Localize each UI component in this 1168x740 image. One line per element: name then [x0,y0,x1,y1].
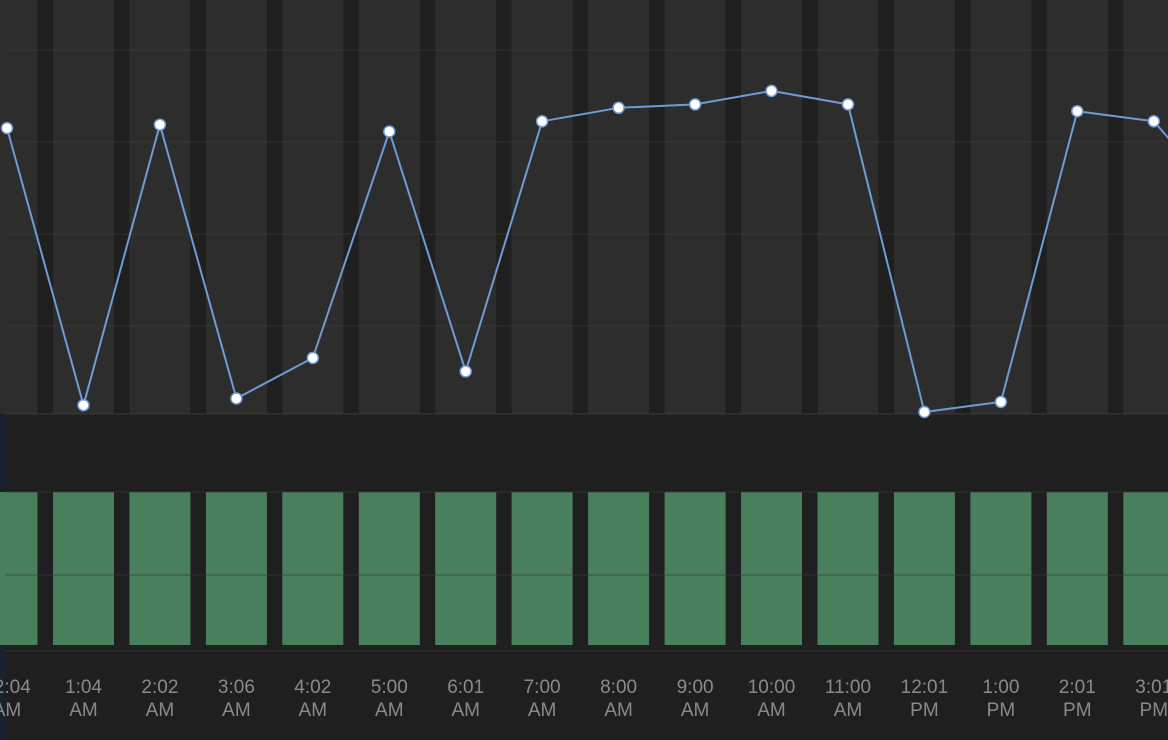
bar [1123,492,1168,645]
x-tick-sublabel: AM [0,700,21,721]
line-point [383,125,396,138]
line-chart-columns [0,0,1168,414]
bar [53,492,114,645]
bar-chart-bars [0,492,1168,645]
bar [664,492,726,645]
x-tick-label: 1:00 [982,677,1019,698]
line-column [205,0,267,414]
line-point [1071,104,1084,118]
x-tick-sublabel: AM [757,700,786,721]
line-point [612,101,625,115]
line-column [741,0,802,414]
bar [970,492,1032,645]
x-tick-label: 3:01 [1135,677,1168,698]
x-tick-sublabel: AM [375,700,404,721]
x-tick-sublabel: AM [528,700,557,721]
x-tick-label: 11:00 [825,677,871,698]
line-column [970,0,1032,414]
bar [435,492,497,645]
line-column [53,0,114,414]
chart-panel: 12:04AM1:04AM2:02AM3:06AM4:02AM5:00AM6:0… [0,0,1168,740]
line-point [535,115,549,128]
bar [893,492,955,645]
line-column [435,0,497,414]
bar [588,492,650,645]
bar [205,492,267,645]
line-column [817,0,879,414]
x-tick-sublabel: AM [834,700,863,721]
x-tick-label: 6:01 [447,677,484,698]
combined-chart: 12:04AM1:04AM2:02AM3:06AM4:02AM5:00AM6:0… [0,0,1168,721]
x-tick-label: 2:02 [141,677,178,698]
x-tick-label: 12:04 [0,677,31,698]
bar [358,492,420,645]
line-column [511,0,573,414]
x-tick-label: 3:06 [218,677,255,698]
x-tick-label: 9:00 [677,677,714,698]
x-axis-ticks: 12:04AM1:04AM2:02AM3:06AM4:02AM5:00AM6:0… [0,677,1168,721]
line-point [688,98,702,111]
line-point [306,351,320,365]
bar [741,492,802,645]
line-point [77,398,90,412]
x-tick-sublabel: AM [451,700,480,721]
x-tick-label: 4:02 [294,677,331,698]
line-column [1123,0,1168,414]
line-column [588,0,650,414]
line-column [893,0,955,414]
x-tick-label: 5:00 [371,677,408,698]
line-point [918,405,931,419]
x-tick-sublabel: PM [1140,700,1168,721]
x-tick-sublabel: AM [299,700,328,721]
line-point [1147,115,1161,128]
x-tick-label: 10:00 [748,677,796,698]
x-tick-label: 8:00 [600,677,637,698]
bar [511,492,573,645]
x-tick-sublabel: AM [222,700,251,721]
line-point [841,98,855,111]
line-column [129,0,191,414]
x-tick-sublabel: AM [604,700,633,721]
line-column [0,0,38,414]
line-point [994,395,1008,409]
bar [1046,492,1108,645]
line-column [664,0,726,414]
line-point [230,392,243,405]
x-tick-sublabel: AM [681,700,710,721]
line-column [1046,0,1108,414]
line-column [358,0,420,414]
x-tick-sublabel: AM [69,700,98,721]
bar [282,492,344,645]
line-point [765,84,778,98]
x-tick-label: 7:00 [524,677,561,698]
line-point [0,121,14,135]
bar [129,492,191,645]
x-tick-label: 2:01 [1059,677,1096,698]
line-point [153,118,167,131]
x-tick-sublabel: PM [987,700,1016,721]
x-tick-label: 1:04 [65,677,102,698]
bar [817,492,879,645]
x-tick-sublabel: AM [146,700,175,721]
line-point [459,365,472,378]
x-tick-sublabel: PM [910,700,939,721]
x-tick-sublabel: PM [1063,700,1092,721]
bar [0,492,38,645]
x-tick-label: 12:01 [901,677,949,698]
